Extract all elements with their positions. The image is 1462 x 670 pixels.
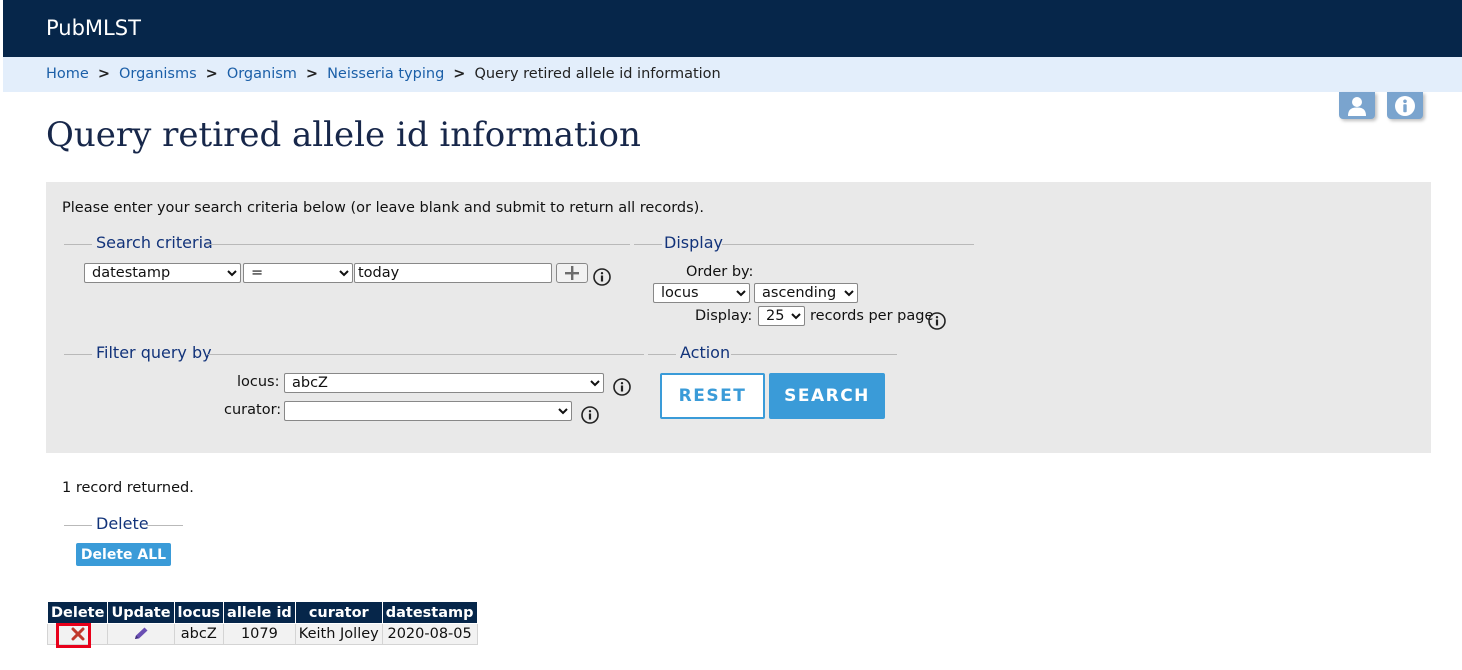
locus-filter-select[interactable]: abcZ [284, 373, 604, 393]
search-criteria-legend: Search criteria [96, 233, 213, 252]
search-field-select[interactable]: datestamp [84, 263, 241, 283]
search-value-input[interactable] [354, 263, 552, 283]
table-row: abcZ 1079 Keith Jolley 2020-08-05 [46, 623, 478, 648]
breadcrumb-neisseria-typing[interactable]: Neisseria typing [327, 66, 444, 82]
curator-filter-info-icon[interactable] [581, 406, 599, 424]
breadcrumb: Home > Organisms > Organism > Neisseria typing… [3, 57, 1462, 92]
column-header-locus: locus [173, 601, 225, 624]
action-legend: Action [680, 343, 731, 362]
search-operator-select[interactable]: = [243, 263, 353, 283]
site-brand[interactable]: PubMLST [46, 16, 141, 40]
locus-cell: abcZ [173, 623, 225, 645]
search-criteria-info-icon[interactable] [593, 268, 611, 286]
breadcrumb-organism[interactable]: Organism [227, 66, 297, 82]
breadcrumb-separator: > [453, 66, 466, 82]
records-per-page-select[interactable]: 25 [758, 306, 805, 326]
datestamp-cell: 2020-08-05 [381, 623, 478, 645]
delete-cell [46, 623, 109, 648]
delete-highlight-box [56, 623, 91, 648]
curator-filter-select[interactable] [284, 401, 572, 421]
breadcrumb-separator: > [205, 66, 218, 82]
add-criteria-button[interactable] [556, 263, 588, 283]
delete-all-button[interactable]: Delete ALL [76, 543, 171, 566]
update-cell [107, 623, 175, 645]
info-icon [1395, 95, 1415, 116]
order-by-label: Order by: [686, 264, 754, 280]
breadcrumb-home[interactable]: Home [46, 66, 89, 82]
table-header-row: Delete Update locus allele id curator da… [46, 601, 478, 624]
results-table: Delete Update locus allele id curator da… [46, 601, 478, 648]
curator-filter-label: curator: [224, 402, 282, 418]
page-title: Query retired allele id information [46, 115, 641, 155]
edit-pencil-icon[interactable] [132, 626, 150, 642]
display-legend: Display [664, 233, 723, 252]
display-label: Display: [695, 308, 753, 324]
search-instructions: Please enter your search criteria below … [62, 200, 704, 216]
order-direction-select[interactable]: ascending [754, 283, 858, 303]
column-header-curator: curator [294, 601, 383, 624]
column-header-delete: Delete [46, 601, 109, 624]
order-by-select[interactable]: locus [653, 283, 750, 303]
breadcrumb-organisms[interactable]: Organisms [119, 66, 197, 82]
column-header-datestamp: datestamp [381, 601, 478, 624]
top-bar: PubMLST [3, 0, 1462, 57]
curator-cell: Keith Jolley [294, 623, 383, 645]
delete-legend: Delete [96, 514, 149, 533]
filter-legend: Filter query by [96, 343, 212, 362]
records-returned: 1 record returned. [62, 480, 194, 496]
user-account-button[interactable] [1339, 92, 1375, 119]
allele-id-cell: 1079 [223, 623, 296, 645]
reset-button[interactable]: RESET [660, 373, 765, 419]
locus-filter-label: locus: [237, 374, 280, 390]
plus-icon [565, 266, 579, 280]
breadcrumb-separator: > [305, 66, 319, 82]
user-icon [1348, 96, 1366, 116]
breadcrumb-separator: > [97, 66, 110, 82]
column-header-allele-id: allele id [223, 601, 296, 624]
column-header-update: Update [107, 601, 175, 624]
search-button[interactable]: SEARCH [769, 373, 885, 419]
breadcrumb-current: Query retired allele id information [474, 66, 721, 82]
info-button[interactable] [1387, 92, 1423, 119]
search-panel: Please enter your search criteria below … [46, 182, 1431, 453]
locus-filter-info-icon[interactable] [613, 378, 631, 396]
records-per-page-label: records per page [810, 308, 934, 324]
display-info-icon[interactable] [928, 312, 946, 330]
